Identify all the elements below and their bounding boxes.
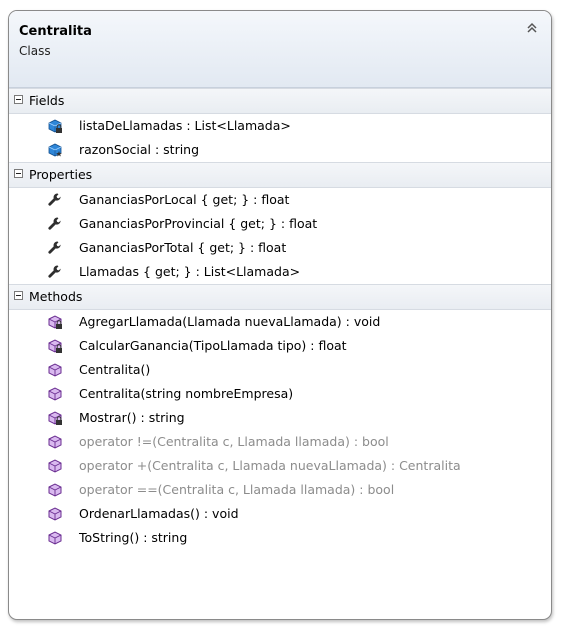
method-item[interactable]: operator +(Centralita c, Llamada nuevaLl… [9,454,551,478]
property-text: GananciasPorTotal { get; } : float [79,240,287,255]
method-item[interactable]: Centralita(string nombreEmpresa) [9,382,551,406]
method-item[interactable]: ToString() : string [9,526,551,550]
method-item[interactable]: CalcularGanancia(TipoLlamada tipo) : flo… [9,334,551,358]
class-header[interactable]: Centralita Class [9,11,551,88]
methods-title: Methods [29,289,83,304]
collapse-toggle-icon[interactable] [14,169,23,178]
private-method-icon [47,410,63,426]
method-item[interactable]: Centralita() [9,358,551,382]
method-text: Centralita(string nombreEmpresa) [79,386,294,401]
method-text: OrdenarLlamadas() : void [79,506,239,521]
method-item[interactable]: operator ==(Centralita c, Llamada llamad… [9,478,551,502]
method-text: Centralita() [79,362,151,377]
fields-title: Fields [29,93,65,108]
method-icon [47,434,63,450]
property-wrench-icon [47,192,63,208]
method-icon [47,458,63,474]
property-item[interactable]: GananciasPorProvincial { get; } : float [9,212,551,236]
field-item[interactable]: razonSocial : string [9,138,551,162]
method-text: AgregarLlamada(Llamada nuevaLlamada) : v… [79,314,381,329]
method-text: ToString() : string [79,530,188,545]
collapse-toggle-icon[interactable] [14,291,23,300]
methods-compartment-header[interactable]: Methods [9,284,551,310]
method-icon [47,386,63,402]
property-wrench-icon [47,216,63,232]
method-text: operator !=(Centralita c, Llamada llamad… [79,434,389,449]
method-icon [47,530,63,546]
method-text: operator ==(Centralita c, Llamada llamad… [79,482,395,497]
method-item[interactable]: AgregarLlamada(Llamada nuevaLlamada) : v… [9,310,551,334]
property-text: Llamadas { get; } : List<Llamada> [79,264,301,279]
properties-compartment-header[interactable]: Properties [9,162,551,188]
fields-compartment-header[interactable]: Fields [9,88,551,114]
private-method-icon [47,338,63,354]
method-item[interactable]: operator !=(Centralita c, Llamada llamad… [9,430,551,454]
property-item[interactable]: GananciasPorLocal { get; } : float [9,188,551,212]
method-icon [47,362,63,378]
method-text: CalcularGanancia(TipoLlamada tipo) : flo… [79,338,347,353]
method-icon [47,506,63,522]
property-item[interactable]: GananciasPorTotal { get; } : float [9,236,551,260]
property-wrench-icon [47,240,63,256]
field-text: listaDeLlamadas : List<Llamada> [79,118,291,133]
class-shape[interactable]: Centralita Class Fields listaDeLlamadas … [8,10,552,620]
field-item[interactable]: listaDeLlamadas : List<Llamada> [9,114,551,138]
property-text: GananciasPorProvincial { get; } : float [79,216,318,231]
properties-title: Properties [29,167,93,182]
property-text: GananciasPorLocal { get; } : float [79,192,290,207]
protected-field-icon [47,142,63,158]
private-method-icon [47,314,63,330]
property-wrench-icon [47,264,63,280]
method-icon [47,482,63,498]
method-item[interactable]: OrdenarLlamadas() : void [9,502,551,526]
property-item[interactable]: Llamadas { get; } : List<Llamada> [9,260,551,284]
class-name: Centralita [19,24,92,39]
method-text: operator +(Centralita c, Llamada nuevaLl… [79,458,461,473]
collapse-chevron-icon[interactable] [525,21,539,35]
class-stereotype: Class [19,44,51,58]
method-text: Mostrar() : string [79,410,185,425]
method-item[interactable]: Mostrar() : string [9,406,551,430]
field-text: razonSocial : string [79,142,200,157]
private-field-icon [47,118,63,134]
collapse-toggle-icon[interactable] [14,95,23,104]
